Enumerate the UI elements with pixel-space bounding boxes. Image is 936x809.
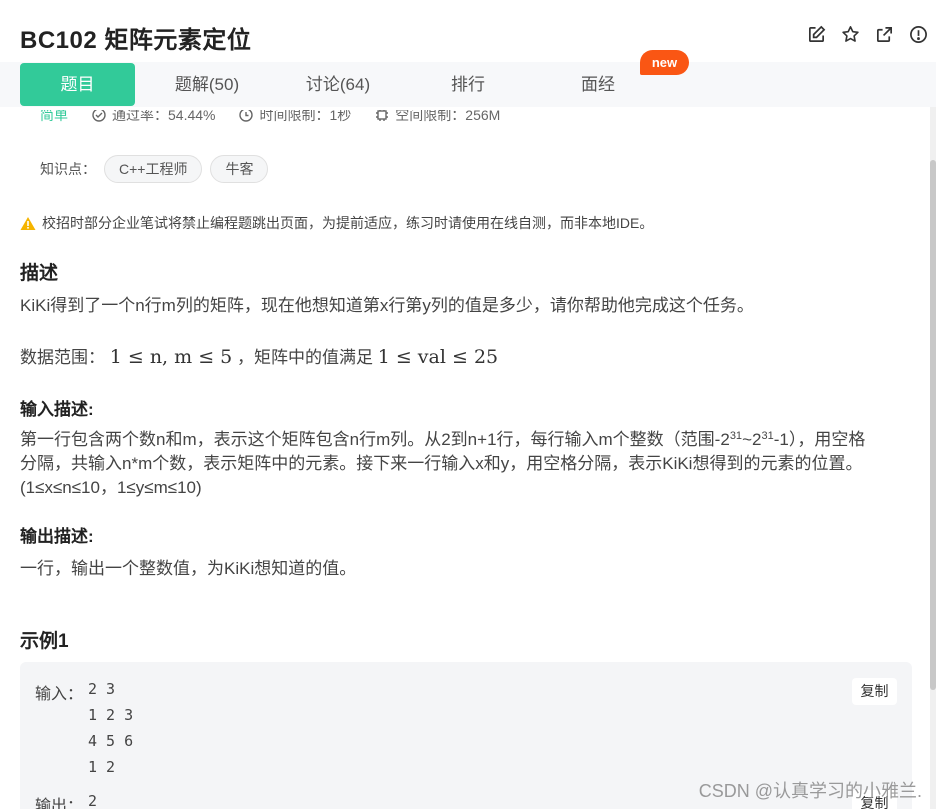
problem-meta: 简单 通过率：54.44% 时间限制：1秒 空间限制：256M xyxy=(40,110,500,126)
tag-chip[interactable]: 牛客 xyxy=(210,155,269,183)
scrollbar-thumb[interactable] xyxy=(930,160,936,690)
output-desc-text: 一行，输出一个整数值，为KiKi想知道的值。 xyxy=(20,559,357,578)
exponent: 31 xyxy=(761,430,774,442)
exponent: 31 xyxy=(729,430,743,442)
input-desc-line: 第一行包含两个数n和m，表示这个矩阵包含n行m列。从2到n+1行，每行输入m个整… xyxy=(20,428,920,452)
range-math-val: 1 ≤ val ≤ 25 xyxy=(377,346,499,368)
range-math-nm: 1 ≤ n, m ≤ 5 xyxy=(109,346,233,368)
example-input-label: 输入： xyxy=(35,686,84,703)
clock-icon xyxy=(239,110,254,122)
info-icon[interactable] xyxy=(908,24,928,44)
edit-icon[interactable] xyxy=(806,24,826,44)
pass-rate: 通过率：54.44% xyxy=(92,110,215,126)
description-text: KiKi得到了一个n行m列的矩阵，现在他想知道第x行第y列的值是多少，请你帮助他… xyxy=(20,296,754,315)
example-input-value: 2 3 1 2 3 4 5 6 1 2 xyxy=(88,680,134,776)
header-actions xyxy=(806,24,928,44)
difficulty-label: 简单 xyxy=(40,110,68,123)
data-range: 数据范围： 1 ≤ n, m ≤ 5 ，矩阵中的值满足 1 ≤ val ≤ 25 xyxy=(20,345,920,370)
memory-icon xyxy=(376,110,389,121)
example-output-value: 2 xyxy=(88,792,98,809)
tab-problem[interactable]: 题目 xyxy=(20,63,135,106)
tab-solutions[interactable]: 题解(50) xyxy=(152,63,262,106)
data-range-middle: ，矩阵中的值满足 xyxy=(236,348,373,367)
input-desc-heading: 输入描述: xyxy=(20,400,94,419)
warning-icon xyxy=(20,216,36,230)
page-title: BC102 矩阵元素定位 xyxy=(20,27,252,54)
input-desc-part: ~2 xyxy=(742,430,762,449)
data-range-prefix: 数据范围： xyxy=(20,348,105,367)
knowledge-label: 知识点： xyxy=(40,161,96,177)
copy-input-button[interactable]: 复制 xyxy=(852,678,897,705)
tag-chip[interactable]: C++工程师 xyxy=(104,155,203,183)
new-badge: new xyxy=(640,50,689,75)
watermark: CSDN @认真学习的小雅兰. xyxy=(698,781,922,801)
knowledge-points: 知识点： C++工程师 牛客 xyxy=(40,155,269,183)
tab-bar: 题目 题解(50) 讨论(64) 排行 面经 xyxy=(0,62,936,107)
tab-discussion[interactable]: 讨论(64) xyxy=(283,63,393,106)
pass-rate-text: 通过率：54.44% xyxy=(112,110,216,123)
output-desc-heading: 输出描述: xyxy=(20,527,94,546)
input-desc-part: 第一行包含两个数n和m，表示这个矩阵包含n行m列。从2到n+1行，每行输入m个整… xyxy=(20,430,730,449)
description-heading: 描述 xyxy=(20,263,59,284)
example-heading: 示例1 xyxy=(20,631,69,652)
share-icon[interactable] xyxy=(874,24,894,44)
time-limit: 时间限制：1秒 xyxy=(239,110,351,126)
check-circle-icon xyxy=(92,110,106,122)
space-limit-text: 空间限制：256M xyxy=(395,110,501,123)
input-desc-line: (1≤x≤n≤10，1≤y≤m≤10) xyxy=(20,478,202,497)
input-desc-text: 第一行包含两个数n和m，表示这个矩阵包含n行m列。从2到n+1行，每行输入m个整… xyxy=(20,428,920,500)
exam-warning: 校招时部分企业笔试将禁止编程题跳出页面，为提前适应，练习时请使用在线自测，而非本… xyxy=(20,213,653,233)
star-icon[interactable] xyxy=(840,24,860,44)
space-limit: 空间限制：256M xyxy=(375,110,500,126)
warning-text: 校招时部分企业笔试将禁止编程题跳出页面，为提前适应，练习时请使用在线自测，而非本… xyxy=(42,215,654,231)
input-desc-line: 分隔，共输入n*m个数，表示矩阵中的元素。接下来一行输入x和y，用空格分隔，表示… xyxy=(20,454,863,473)
tab-ranking[interactable]: 排行 xyxy=(413,63,523,106)
time-limit-text: 时间限制：1秒 xyxy=(259,110,352,123)
problem-header: BC102 矩阵元素定位 xyxy=(0,0,936,62)
input-desc-part: -1），用空格 xyxy=(773,430,866,449)
example-output-label: 输出： xyxy=(35,798,84,809)
tab-interview[interactable]: 面经 xyxy=(543,63,653,106)
